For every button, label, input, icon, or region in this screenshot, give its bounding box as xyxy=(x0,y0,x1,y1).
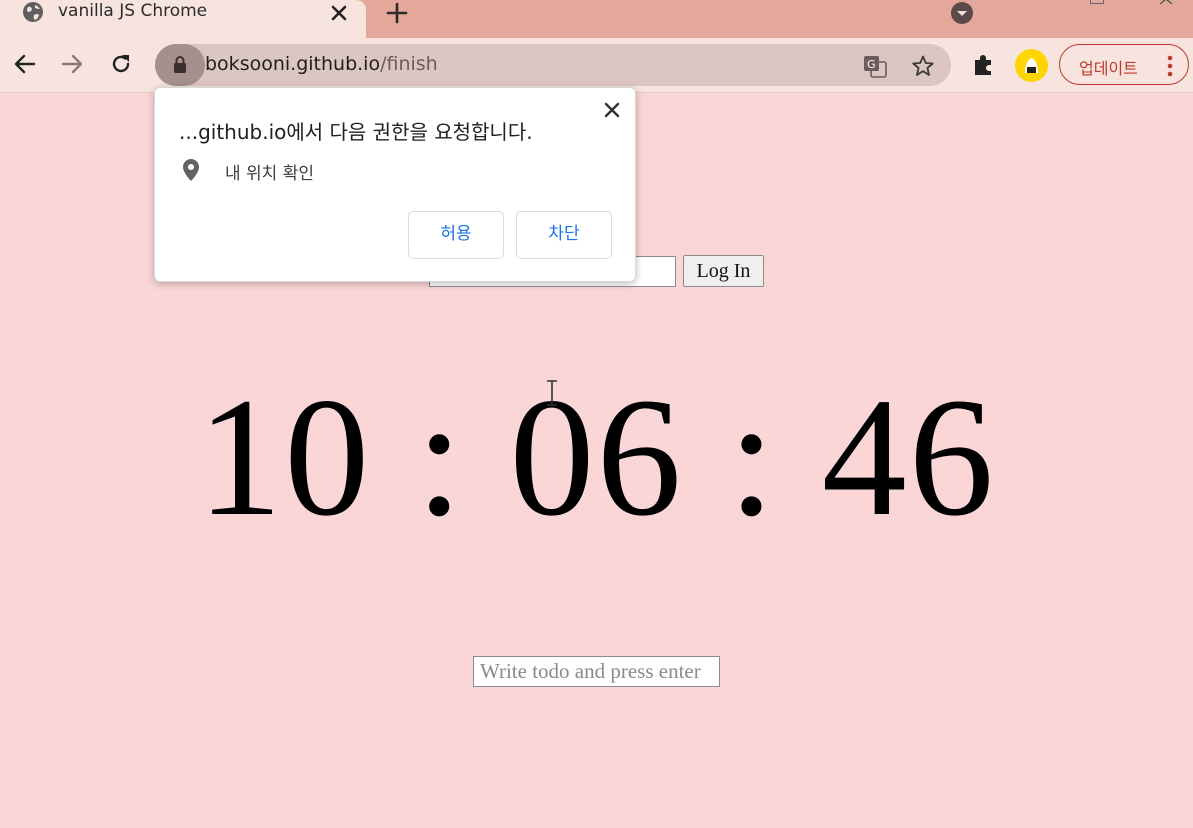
text-cursor-icon xyxy=(547,380,557,406)
url-path: /finish xyxy=(380,53,438,75)
permission-label: 내 위치 확인 xyxy=(225,164,315,184)
update-label: 업데이트 xyxy=(1079,59,1138,78)
close-tab-icon[interactable] xyxy=(328,2,350,24)
login-button[interactable]: Log In xyxy=(683,255,764,287)
back-icon[interactable] xyxy=(12,51,38,77)
new-tab-icon[interactable] xyxy=(384,0,410,26)
clock: 10 : 06 : 46 xyxy=(197,363,996,551)
allow-button[interactable]: 허용 xyxy=(408,211,504,259)
block-button[interactable]: 차단 xyxy=(516,211,612,259)
reload-icon[interactable] xyxy=(108,51,134,77)
update-button[interactable]: 업데이트 xyxy=(1059,44,1189,85)
tab-title: vanilla JS Chrome xyxy=(58,1,208,21)
translate-icon[interactable]: G xyxy=(863,54,887,78)
popup-title: ...github.io에서 다음 권한을 요청합니다. xyxy=(179,120,533,144)
todo-input[interactable]: Write todo and press enter xyxy=(473,656,720,687)
url-host: boksooni.github.io xyxy=(205,53,381,75)
location-pin-icon xyxy=(183,159,199,181)
active-tab[interactable]: vanilla JS Chrome xyxy=(0,0,366,38)
browser-toolbar: boksooni.github.io/finish G 업데이트 xyxy=(0,38,1193,93)
profile-avatar[interactable] xyxy=(1015,49,1048,82)
tab-search-icon[interactable] xyxy=(950,1,974,25)
more-menu-icon[interactable] xyxy=(1163,54,1177,78)
close-icon[interactable] xyxy=(603,101,621,119)
tab-strip: vanilla JS Chrome xyxy=(0,0,1193,38)
permission-popup: ...github.io에서 다음 권한을 요청합니다. 내 위치 확인 허용 … xyxy=(154,87,636,282)
close-window-icon[interactable] xyxy=(1158,0,1176,6)
extensions-icon[interactable] xyxy=(971,51,997,77)
profile-icon xyxy=(1025,58,1038,73)
restore-window-icon[interactable] xyxy=(1090,0,1104,4)
bookmark-star-icon[interactable] xyxy=(911,54,935,78)
forward-icon[interactable] xyxy=(59,51,85,77)
site-info-button[interactable] xyxy=(155,44,205,86)
url-text: boksooni.github.io/finish xyxy=(205,53,438,75)
lock-icon xyxy=(174,56,186,73)
globe-icon xyxy=(23,2,43,22)
svg-text:G: G xyxy=(867,58,876,71)
address-bar[interactable]: boksooni.github.io/finish G xyxy=(155,44,951,86)
